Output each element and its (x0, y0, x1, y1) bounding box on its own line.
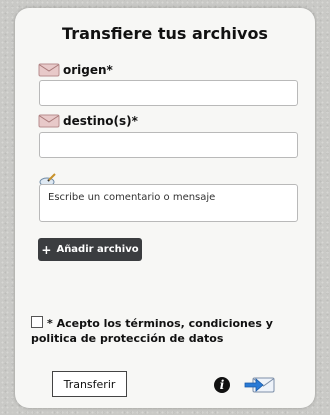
destination-field-label: destino(s)* (38, 114, 138, 128)
add-file-label: Añadir archivo (56, 244, 139, 255)
send-arrow-icon[interactable] (244, 374, 276, 396)
transfer-button[interactable]: Transferir (52, 371, 127, 397)
comment-textarea[interactable]: Escribe un comentario o mensaje (39, 184, 298, 222)
info-icon[interactable]: i (214, 377, 230, 393)
origin-input[interactable] (39, 80, 298, 106)
transfer-form-card: Transfiere tus archivos origen* destino(… (15, 8, 315, 408)
add-file-button[interactable]: + Añadir archivo (38, 238, 142, 261)
envelope-icon (38, 63, 60, 77)
comment-placeholder: Escribe un comentario o mensaje (48, 192, 216, 203)
destination-label-text: destino(s)* (63, 114, 138, 128)
origin-field-label: origen* (38, 63, 113, 77)
origin-label-text: origen* (63, 63, 113, 77)
terms-checkbox[interactable] (31, 316, 43, 328)
envelope-icon (38, 114, 60, 128)
form-title: Transfiere tus archivos (62, 24, 268, 43)
terms-acceptance: * Acepto los términos, condiciones y pol… (31, 316, 301, 346)
destination-input[interactable] (39, 132, 298, 158)
terms-text: * Acepto los términos, condiciones y pol… (31, 317, 273, 345)
plus-icon: + (41, 242, 52, 257)
